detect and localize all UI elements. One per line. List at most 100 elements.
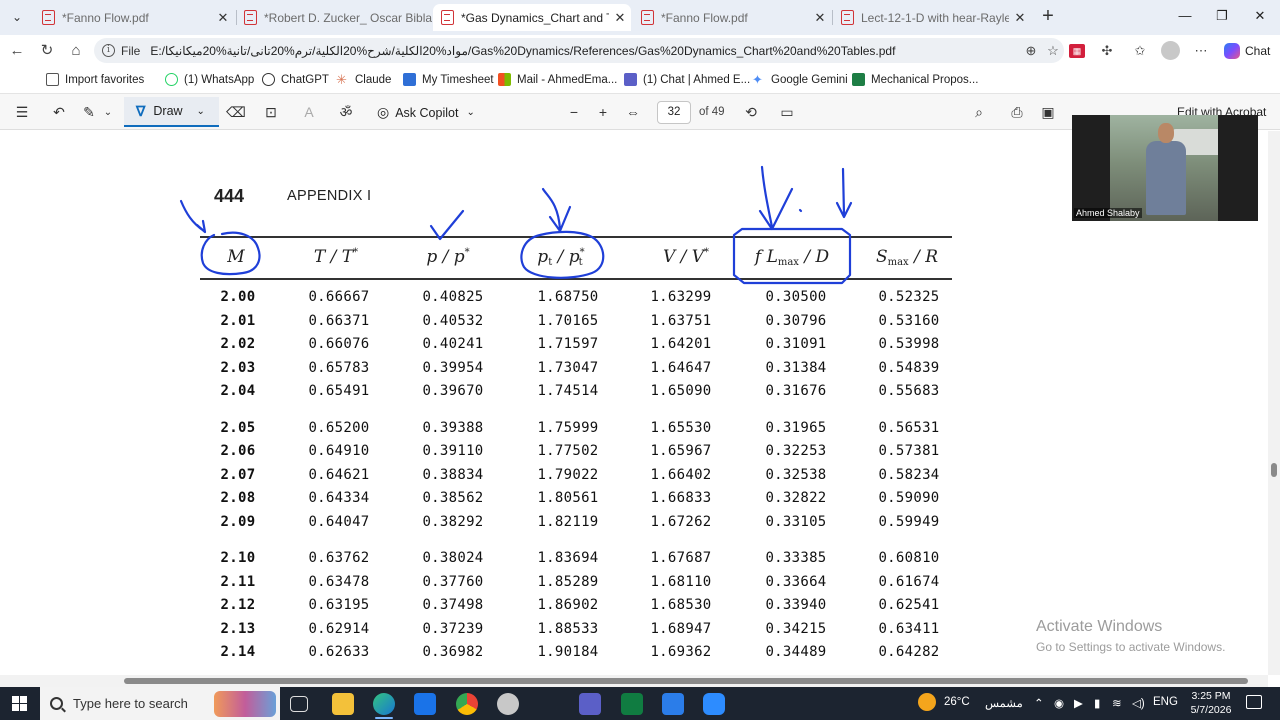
favorite-whatsapp[interactable]: (1) WhatsApp (165, 73, 254, 86)
extension-icon[interactable]: ▦ (1069, 44, 1085, 58)
app-icon[interactable] (497, 693, 519, 715)
highlight-icon[interactable]: ✎ (80, 104, 98, 121)
temperature-ratio-cell: 0.63478 (308, 573, 370, 590)
browser-tab-1[interactable]: *Fanno Flow.pdf ✕ (34, 4, 234, 31)
close-icon[interactable]: ✕ (212, 10, 234, 26)
chevron-down-icon[interactable]: ⌄ (102, 104, 114, 121)
notification-center-icon[interactable] (1246, 695, 1262, 709)
close-icon[interactable]: ✕ (1009, 10, 1031, 26)
restore-button[interactable]: ❐ (1214, 8, 1230, 24)
home-button[interactable]: ⌂ (67, 42, 85, 60)
text-box-icon[interactable]: ⊡ (262, 104, 280, 121)
contents-list-icon[interactable]: ☰ (13, 104, 31, 121)
browser-tab-3-active[interactable]: *Gas Dynamics_Chart and Tables.p ✕ (433, 4, 631, 31)
favorite-mail[interactable]: Mail - AhmedEma... (498, 73, 617, 86)
horizontal-scrollbar[interactable] (0, 675, 1268, 687)
pressure-ratio-cell: 0.38834 (422, 466, 484, 483)
zoom-icon[interactable]: ⊕ (1020, 43, 1042, 59)
weather-condition[interactable]: مشمس (985, 696, 1023, 710)
outlook-icon[interactable] (414, 693, 436, 715)
browser-tab-5[interactable]: Lect-12-1-D with hear-Rayleigh c ✕ (833, 4, 1031, 31)
entropy-cell: 0.59090 (878, 490, 940, 507)
system-clock[interactable]: 3:25 PM 5/7/2026 (1186, 689, 1236, 717)
file-explorer-icon[interactable] (332, 693, 354, 715)
velocity-ratio-cell: 1.64201 (650, 336, 712, 353)
undo-icon[interactable]: ↶ (50, 104, 68, 121)
favorite-teams-chat[interactable]: (1) Chat | Ahmed E... (624, 73, 750, 86)
input-language[interactable]: ENG (1153, 696, 1178, 708)
browser-tab-2[interactable]: *Robert D. Zucker_ Oscar Biblarz (236, 4, 432, 31)
search-icon[interactable]: ⌕ (970, 104, 988, 121)
save-icon[interactable]: ▣ (1039, 104, 1057, 121)
scrollbar-thumb[interactable] (124, 678, 1248, 684)
windows-start-icon[interactable] (12, 696, 27, 711)
avatar[interactable] (1161, 41, 1180, 60)
extensions-puzzle-icon[interactable]: ✣ (1099, 44, 1115, 58)
copilot-chat-button[interactable]: Chat (1224, 43, 1270, 59)
temperature-ratio-cell: 0.63195 (308, 597, 370, 614)
column-header-pressure-ratio: p / p* (426, 247, 470, 267)
zoom-in-button[interactable]: + (594, 104, 612, 121)
tab-actions-menu[interactable]: ⌄ (6, 7, 28, 27)
read-aloud-icon[interactable]: ॐ (336, 104, 356, 121)
text-style-icon[interactable]: A (300, 104, 318, 121)
refresh-button[interactable]: ↻ (38, 42, 56, 60)
scrollbar-thumb[interactable] (1271, 463, 1277, 477)
favorite-mechanical[interactable]: Mechanical Propos... (852, 73, 978, 86)
print-icon[interactable]: ⎙ (1008, 104, 1026, 121)
column-header-friction-length: f Lmax / D (754, 247, 830, 268)
stagnation-pressure-ratio-cell: 1.75999 (537, 419, 599, 436)
teams-icon[interactable] (579, 693, 601, 715)
webcam-preview[interactable]: Ahmed Shalaby (1072, 115, 1258, 221)
favorites-icon[interactable]: ✩ (1132, 44, 1148, 58)
favorite-claude[interactable]: ✳ Claude (336, 73, 391, 86)
friction-length-cell: 0.32538 (765, 466, 827, 483)
address-bar[interactable]: i File E:/مواد%20الكلية/شرح%20الكلية/ترم… (94, 38, 1064, 63)
browser-tab-4[interactable]: *Fanno Flow.pdf ✕ (633, 4, 831, 31)
close-icon[interactable]: ✕ (809, 10, 831, 26)
edge-browser-icon[interactable] (373, 693, 395, 715)
zoom-out-button[interactable]: − (565, 104, 583, 121)
weather-temperature[interactable]: 26°C (944, 696, 970, 708)
eraser-icon[interactable]: ⌫ (226, 104, 246, 121)
back-button[interactable]: ← (8, 42, 26, 60)
volume-icon[interactable]: ◁) (1132, 696, 1145, 710)
new-tab-button[interactable]: + (1037, 6, 1059, 28)
favorite-chatgpt[interactable]: ChatGPT (262, 73, 329, 86)
wifi-icon[interactable]: ≋ (1112, 696, 1122, 710)
task-view-icon[interactable] (290, 696, 308, 712)
calculator-icon[interactable] (621, 693, 643, 715)
url-text[interactable]: E:/مواد%20الكلية/شرح%20الكلية/ترم%20تانى… (150, 44, 1020, 58)
search-highlight-art[interactable] (214, 691, 276, 717)
close-window-button[interactable]: ✕ (1252, 8, 1268, 24)
weather-icon[interactable] (918, 693, 936, 711)
vertical-scrollbar[interactable] (1268, 131, 1280, 675)
more-options-icon[interactable]: ⋯ (1193, 44, 1209, 58)
temperature-ratio-cell: 0.66371 (308, 312, 370, 329)
zoom-icon[interactable] (703, 693, 725, 715)
page-number-input[interactable]: 32 (657, 101, 691, 124)
temperature-ratio-cell: 0.66667 (308, 289, 370, 305)
fit-page-icon[interactable]: ⇔ (624, 104, 642, 121)
favorite-import[interactable]: Import favorites (46, 73, 144, 86)
draw-button[interactable]: ∇ Draw ⌄ (124, 97, 219, 127)
info-icon[interactable]: i (102, 44, 115, 57)
microphone-icon[interactable]: ▮ (1094, 696, 1100, 710)
tray-overflow-icon[interactable]: ⌃ (1034, 696, 1044, 710)
column-header-stagnation-pressure-ratio: pt / p*t (537, 247, 585, 268)
favorite-timesheet[interactable]: My Timesheet (403, 73, 494, 86)
chrome-icon[interactable] (456, 693, 478, 715)
meeting-icon[interactable]: ◉ (1054, 696, 1064, 710)
page-view-icon[interactable]: ▭ (778, 104, 796, 121)
rotate-icon[interactable]: ⟲ (742, 104, 760, 121)
close-icon[interactable]: ✕ (609, 10, 631, 26)
entropy-cell: 0.52325 (878, 289, 940, 305)
favorite-gemini[interactable]: ✦ Google Gemini (752, 73, 848, 86)
mach-cell: 2.04 (220, 383, 256, 400)
app-icon[interactable] (662, 693, 684, 715)
camera-icon[interactable]: ▶ (1074, 696, 1083, 710)
velocity-ratio-cell: 1.66402 (650, 466, 712, 483)
minimize-button[interactable]: — (1177, 8, 1193, 24)
ask-copilot-button[interactable]: ◎ Ask Copilot ⌄ (377, 104, 475, 121)
favorite-star-icon[interactable]: ☆ (1042, 43, 1064, 59)
